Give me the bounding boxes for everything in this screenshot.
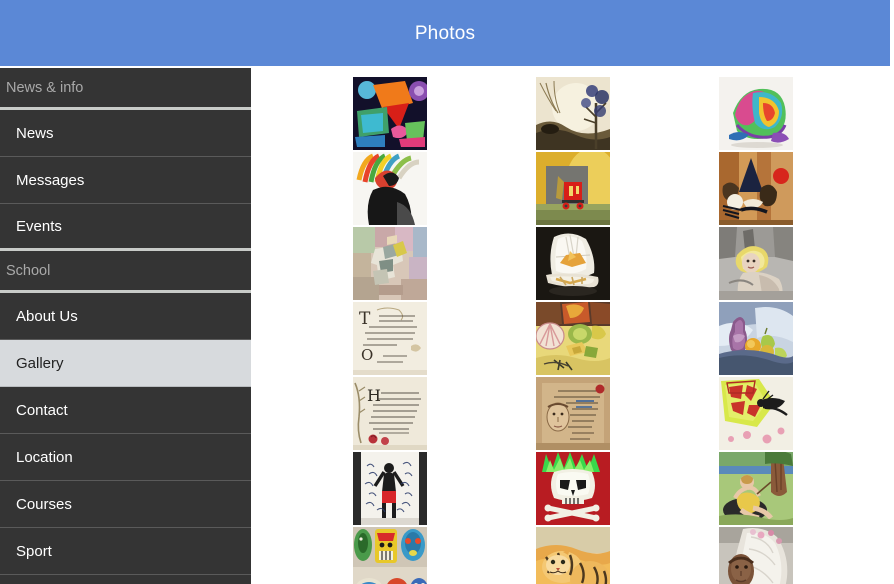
sidebar-item-events[interactable]: Events bbox=[0, 204, 251, 251]
thumbnail-image bbox=[535, 527, 610, 584]
photo-thumbnail-rainbow-figure-sculpture[interactable] bbox=[718, 77, 793, 150]
photo-thumbnail-illuminated-manuscript-two[interactable]: H bbox=[352, 377, 427, 450]
sidebar-group-header-school: School bbox=[0, 251, 251, 293]
sidebar-item-label: Contact bbox=[16, 401, 68, 419]
thumbnail-image bbox=[535, 452, 610, 525]
sidebar-item-location[interactable]: Location bbox=[0, 434, 251, 481]
sidebar-item-label: Events bbox=[16, 217, 62, 235]
thumbnail-image bbox=[718, 152, 793, 225]
sidebar-item-news[interactable]: News bbox=[0, 110, 251, 157]
thumbnail-image bbox=[352, 527, 427, 584]
sidebar-item-label: Location bbox=[16, 448, 73, 466]
thumbnail-image bbox=[718, 77, 793, 150]
photo-thumbnail-red-cart-golden-wall[interactable] bbox=[535, 152, 610, 225]
svg-text:H: H bbox=[367, 386, 381, 405]
photo-thumbnail-mask-collection[interactable] bbox=[352, 527, 427, 584]
photo-thumbnail-red-dot-silhouettes[interactable] bbox=[718, 152, 793, 225]
app-header: Photos bbox=[0, 0, 890, 66]
thumbnail-image bbox=[718, 227, 793, 300]
sidebar-item-sport[interactable]: Sport bbox=[0, 528, 251, 575]
photo-thumbnail-shells-still-life[interactable] bbox=[535, 302, 610, 375]
thumbnail-image bbox=[718, 377, 793, 450]
thumbnail-image bbox=[535, 302, 610, 375]
thumbnail-image bbox=[352, 452, 427, 525]
thumbnail-image bbox=[352, 152, 427, 225]
photo-thumbnail-cubist-pastel-composition[interactable] bbox=[352, 227, 427, 300]
thumbnail-image bbox=[718, 452, 793, 525]
photo-thumbnail-feather-headdress-portrait[interactable] bbox=[352, 152, 427, 225]
photo-thumbnail-ink-tree-landscape[interactable] bbox=[535, 77, 610, 150]
photo-thumbnail-grail-manuscript-face[interactable] bbox=[535, 377, 610, 450]
sidebar-item-contact[interactable]: Contact bbox=[0, 387, 251, 434]
sidebar-item-courses[interactable]: Courses bbox=[0, 481, 251, 528]
photo-thumbnail-bridal-portrait[interactable] bbox=[718, 527, 793, 584]
sidebar-navigation: News & info News Messages Events School … bbox=[0, 68, 251, 584]
photo-thumbnail-blonde-figure-charcoal[interactable] bbox=[718, 227, 793, 300]
photo-thumbnail-green-flame-skull[interactable] bbox=[535, 452, 610, 525]
sidebar-item-label: Messages bbox=[16, 171, 85, 189]
photo-thumbnail-abstract-colour-burst[interactable] bbox=[352, 77, 427, 150]
sidebar-item-gallery[interactable]: Gallery bbox=[0, 340, 251, 387]
photo-gallery: T O H bbox=[251, 68, 894, 584]
header-right-gap bbox=[890, 0, 894, 66]
svg-text:T: T bbox=[359, 309, 371, 329]
photo-thumbnail-tiger-study[interactable] bbox=[535, 527, 610, 584]
photo-thumbnail-jug-and-fruit-still-life[interactable] bbox=[718, 302, 793, 375]
thumbnail-image bbox=[535, 152, 610, 225]
thumbnail-image bbox=[718, 302, 793, 375]
photo-thumbnail-red-shorts-figure[interactable] bbox=[352, 452, 427, 525]
sidebar-item-label: About Us bbox=[16, 307, 78, 325]
sidebar-item-label: News bbox=[16, 124, 54, 142]
thumbnail-image: H bbox=[352, 377, 427, 450]
thumbnail-image bbox=[535, 377, 610, 450]
thumbnail-image bbox=[535, 227, 610, 300]
photo-thumbnail-illuminated-manuscript-one[interactable]: T O bbox=[352, 302, 427, 375]
sidebar-item-label: Courses bbox=[16, 495, 72, 513]
page-title: Photos bbox=[414, 22, 476, 44]
thumbnail-image bbox=[718, 527, 793, 584]
photo-thumbnail-white-cloth-still-life[interactable] bbox=[535, 227, 610, 300]
thumbnail-image bbox=[352, 77, 427, 150]
svg-text:O: O bbox=[361, 346, 373, 364]
sidebar-item-about-us[interactable]: About Us bbox=[0, 293, 251, 340]
thumbnail-image bbox=[352, 227, 427, 300]
sidebar-item-label: Gallery bbox=[16, 354, 64, 372]
sidebar-item-label: Sport bbox=[16, 542, 52, 560]
thumbnail-image bbox=[535, 77, 610, 150]
photo-thumbnail-seated-woman-by-tree[interactable] bbox=[718, 452, 793, 525]
photo-thumbnail-butterfly-yellow-leaf[interactable] bbox=[718, 377, 793, 450]
photo-grid: T O H bbox=[251, 68, 894, 584]
thumbnail-image: T O bbox=[352, 302, 427, 375]
sidebar-item-messages[interactable]: Messages bbox=[0, 157, 251, 204]
sidebar-group-header-news-info: News & info bbox=[0, 68, 251, 110]
